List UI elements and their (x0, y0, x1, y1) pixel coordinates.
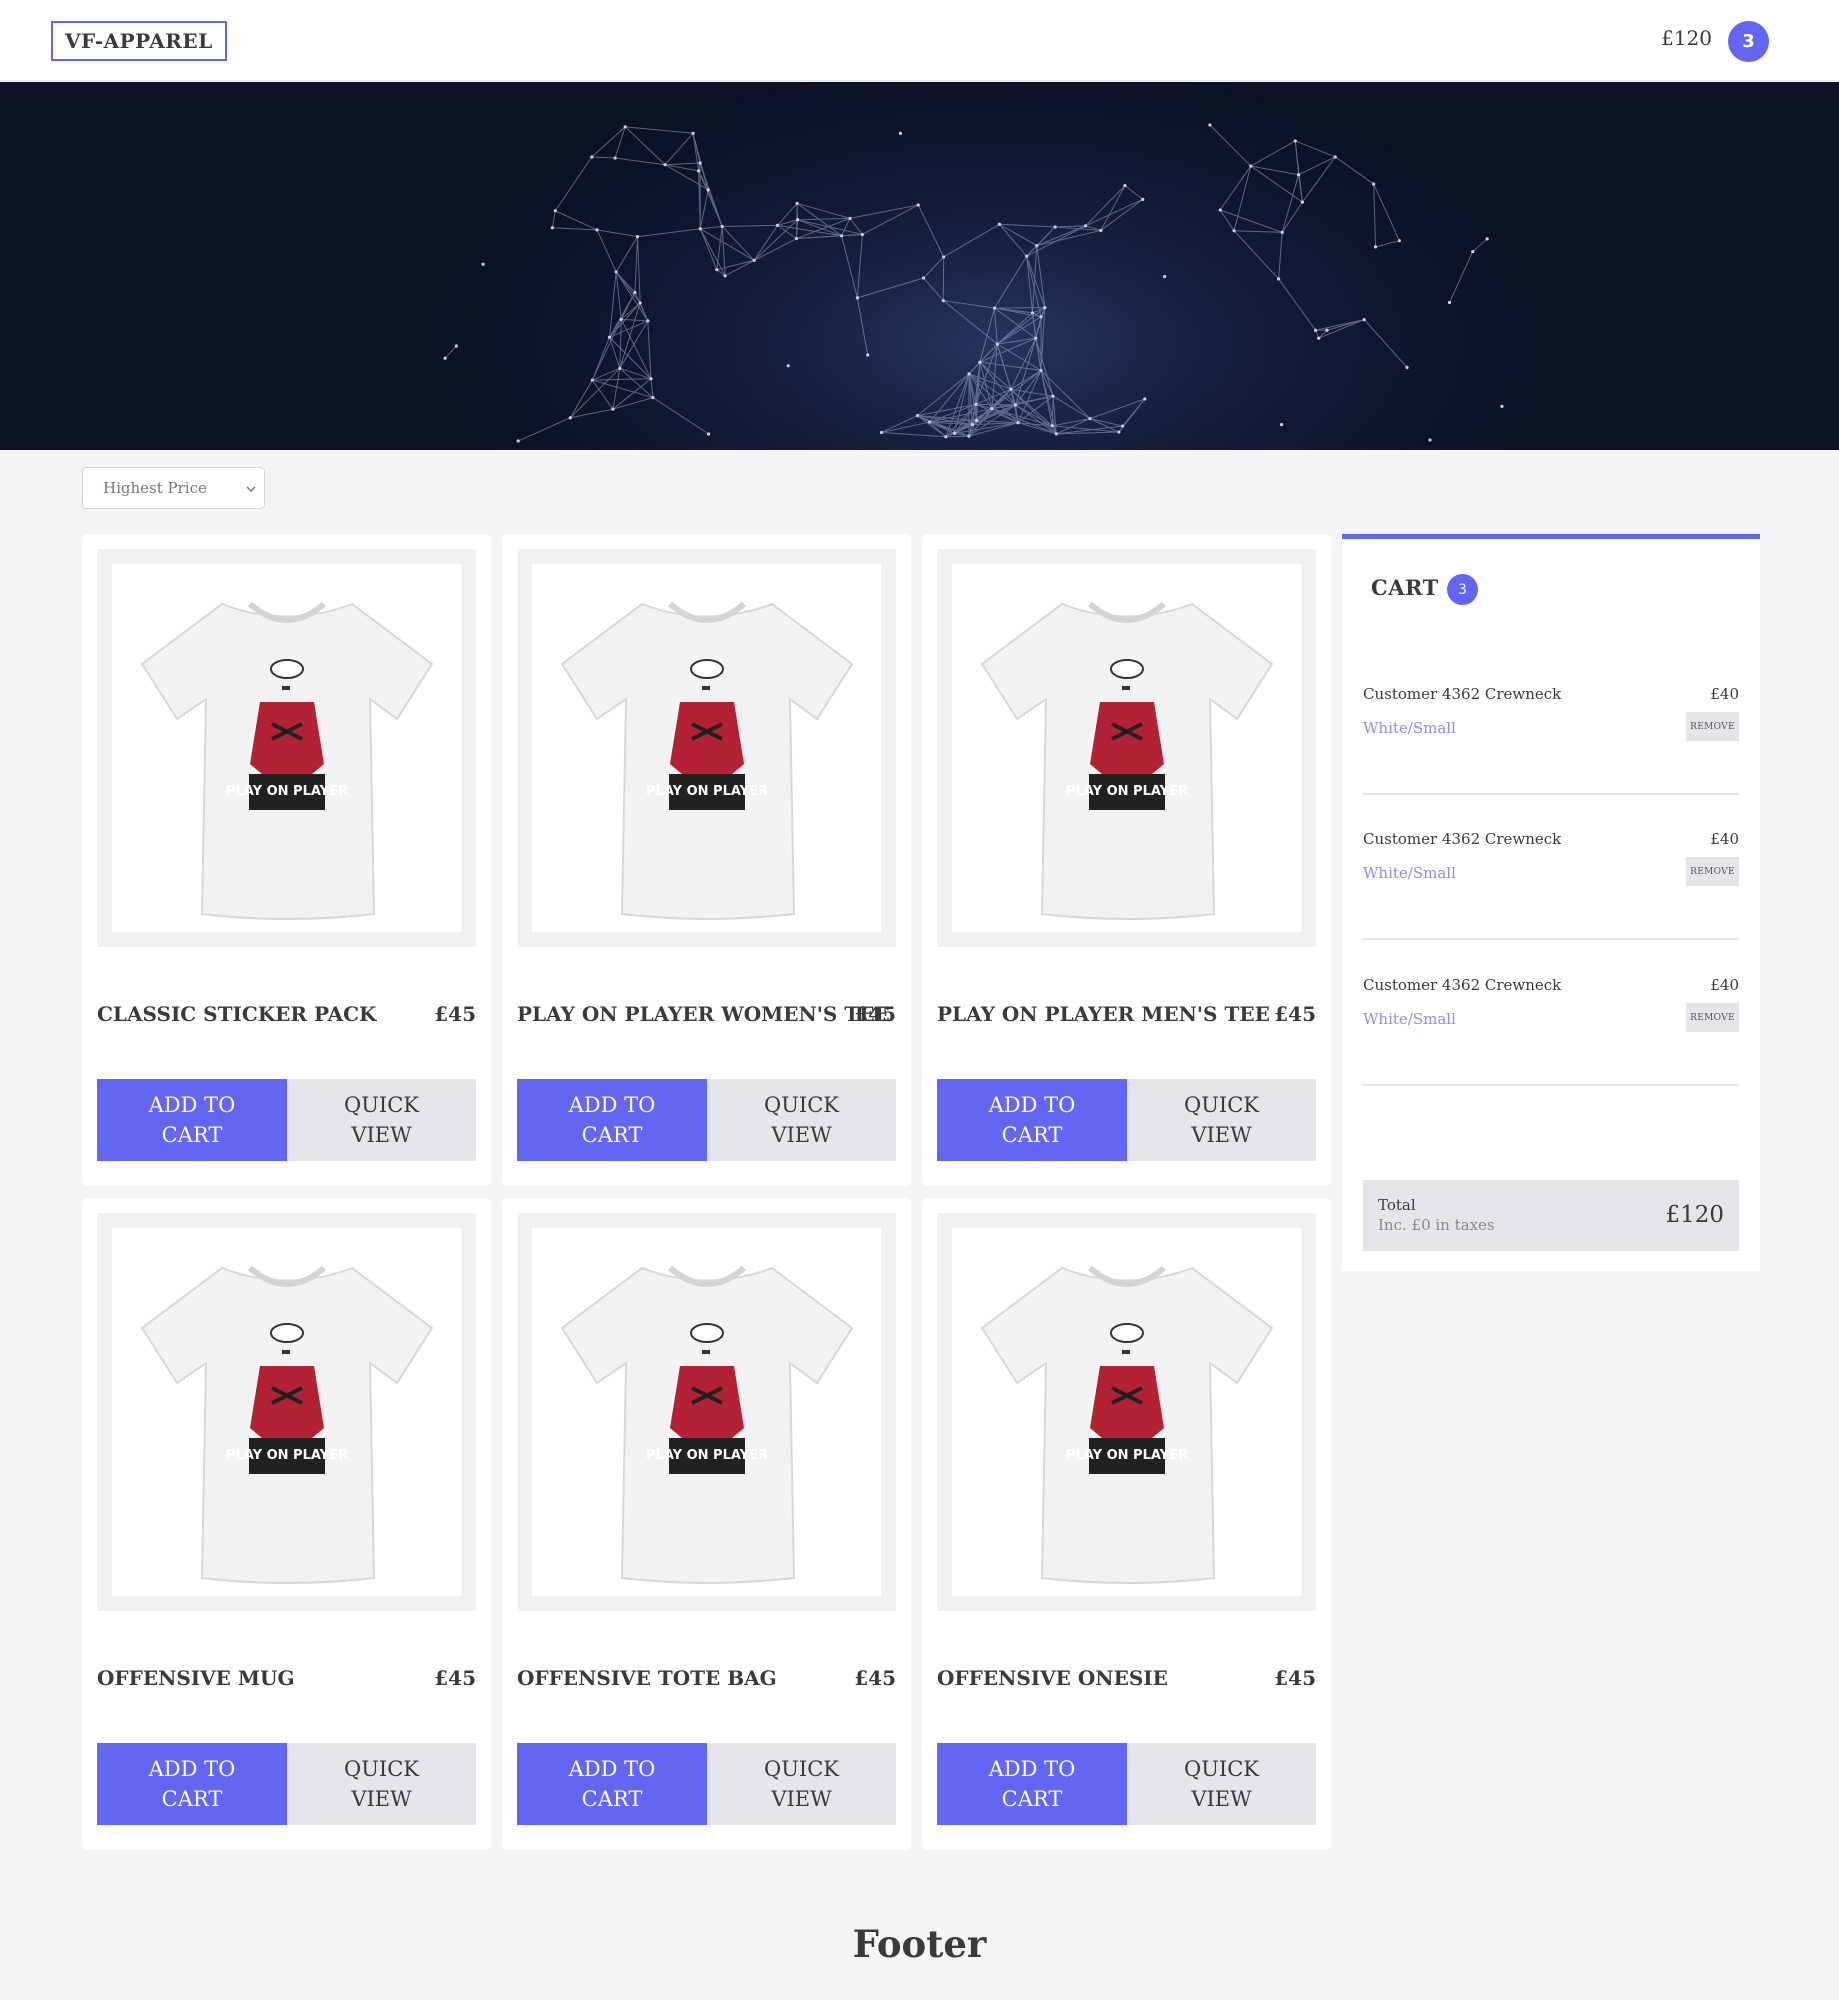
tshirt-icon: PLAY ON PLAYER (140, 601, 433, 920)
product-card: PLAY ON PLAYER CLASSIC STICKER PACK £45 … (82, 534, 491, 1186)
product-title[interactable]: OFFENSIVE MUG (97, 1666, 295, 1690)
product-card: PLAY ON PLAYER OFFENSIVE ONESIE £45 ADD … (922, 1198, 1331, 1850)
remove-button[interactable]: REMOVE (1686, 1003, 1739, 1032)
product-price: £45 (434, 1666, 476, 1690)
cart-item-variant: White/Small (1363, 719, 1456, 737)
quick-view-button[interactable]: QUICK VIEW (1127, 1743, 1316, 1825)
product-image-frame[interactable]: PLAY ON PLAYER (517, 1213, 896, 1611)
shirt-graphic-text: PLAY ON PLAYER (646, 1448, 768, 1463)
product-image-frame[interactable]: PLAY ON PLAYER (517, 549, 896, 947)
cart-count-badge: 3 (1447, 574, 1478, 605)
add-to-cart-button[interactable]: ADD TO CART (937, 1743, 1127, 1825)
site-header: VF-APPAREL £120 3 (0, 0, 1839, 81)
product-image-frame[interactable]: PLAY ON PLAYER (937, 549, 1316, 947)
cart-item-name: Customer 4362 Crewneck (1363, 976, 1562, 994)
product-price: £45 (434, 1002, 476, 1026)
cart-item-name: Customer 4362 Crewneck (1363, 830, 1562, 848)
hero-network-graphic (0, 82, 1839, 450)
quick-view-button[interactable]: QUICK VIEW (707, 1743, 896, 1825)
cart-total-label: Total (1378, 1196, 1416, 1214)
shirt-graphic-text: PLAY ON PLAYER (226, 784, 348, 799)
add-to-cart-button[interactable]: ADD TO CART (97, 1743, 287, 1825)
remove-button[interactable]: REMOVE (1686, 857, 1739, 886)
quick-view-button[interactable]: QUICK VIEW (287, 1079, 476, 1161)
cart-panel: CART 3 Customer 4362 Crewneck £40 White/… (1342, 534, 1760, 1271)
sort-select[interactable]: Highest Price (82, 467, 265, 509)
product-title[interactable]: OFFENSIVE ONESIE (937, 1666, 1168, 1690)
product-image-frame[interactable]: PLAY ON PLAYER (97, 1213, 476, 1611)
product-price: £45 (1274, 1002, 1316, 1026)
cart-item-price: £40 (1710, 976, 1739, 994)
cart-item-price: £40 (1710, 830, 1739, 848)
cart-title: CART (1371, 575, 1439, 600)
shirt-graphic-text: PLAY ON PLAYER (646, 784, 768, 799)
product-title[interactable]: PLAY ON PLAYER WOMEN'S TEE (517, 1002, 890, 1026)
quick-view-button[interactable]: QUICK VIEW (707, 1079, 896, 1161)
tshirt-icon: PLAY ON PLAYER (140, 1265, 433, 1584)
cart-item-name: Customer 4362 Crewneck (1363, 685, 1562, 703)
header-cart-badge[interactable]: 3 (1728, 21, 1769, 62)
cart-item: Customer 4362 Crewneck £40 White/Small R… (1363, 830, 1739, 940)
remove-button[interactable]: REMOVE (1686, 712, 1739, 741)
product-card: PLAY ON PLAYER PLAY ON PLAYER WOMEN'S TE… (502, 534, 911, 1186)
shirt-graphic-text: PLAY ON PLAYER (1066, 784, 1188, 799)
site-logo[interactable]: VF-APPAREL (51, 21, 227, 61)
chevron-down-icon (246, 486, 256, 493)
product-card: PLAY ON PLAYER OFFENSIVE MUG £45 ADD TO … (82, 1198, 491, 1850)
header-cart-total: £120 (1661, 26, 1712, 50)
cart-item: Customer 4362 Crewneck £40 White/Small R… (1363, 685, 1739, 795)
shirt-graphic-text: PLAY ON PLAYER (1066, 1448, 1188, 1463)
hero-banner (0, 82, 1839, 450)
cart-total-value: £120 (1665, 1202, 1724, 1228)
cart-item: Customer 4362 Crewneck £40 White/Small R… (1363, 976, 1739, 1086)
quick-view-button[interactable]: QUICK VIEW (1127, 1079, 1316, 1161)
cart-total-taxes: Inc. £0 in taxes (1378, 1216, 1495, 1234)
product-title[interactable]: CLASSIC STICKER PACK (97, 1002, 376, 1026)
add-to-cart-button[interactable]: ADD TO CART (937, 1079, 1127, 1161)
quick-view-button[interactable]: QUICK VIEW (287, 1743, 476, 1825)
product-price: £45 (854, 1002, 896, 1026)
product-card: PLAY ON PLAYER OFFENSIVE TOTE BAG £45 AD… (502, 1198, 911, 1850)
product-title[interactable]: PLAY ON PLAYER MEN'S TEE (937, 1002, 1270, 1026)
tshirt-icon: PLAY ON PLAYER (980, 1265, 1273, 1584)
product-title[interactable]: OFFENSIVE TOTE BAG (517, 1666, 777, 1690)
add-to-cart-button[interactable]: ADD TO CART (517, 1743, 707, 1825)
shirt-graphic-text: PLAY ON PLAYER (226, 1448, 348, 1463)
product-card: PLAY ON PLAYER PLAY ON PLAYER MEN'S TEE … (922, 534, 1331, 1186)
product-price: £45 (854, 1666, 896, 1690)
cart-item-variant: White/Small (1363, 1010, 1456, 1028)
cart-item-price: £40 (1710, 685, 1739, 703)
product-image-frame[interactable]: PLAY ON PLAYER (97, 549, 476, 947)
cart-item-variant: White/Small (1363, 864, 1456, 882)
add-to-cart-button[interactable]: ADD TO CART (517, 1079, 707, 1161)
page-footer: Footer (852, 1922, 987, 1966)
product-image-frame[interactable]: PLAY ON PLAYER (937, 1213, 1316, 1611)
sort-selected-label: Highest Price (103, 479, 207, 497)
product-price: £45 (1274, 1666, 1316, 1690)
tshirt-icon: PLAY ON PLAYER (560, 601, 853, 920)
add-to-cart-button[interactable]: ADD TO CART (97, 1079, 287, 1161)
tshirt-icon: PLAY ON PLAYER (980, 601, 1273, 920)
cart-total-box: Total Inc. £0 in taxes £120 (1363, 1180, 1739, 1251)
tshirt-icon: PLAY ON PLAYER (560, 1265, 853, 1584)
